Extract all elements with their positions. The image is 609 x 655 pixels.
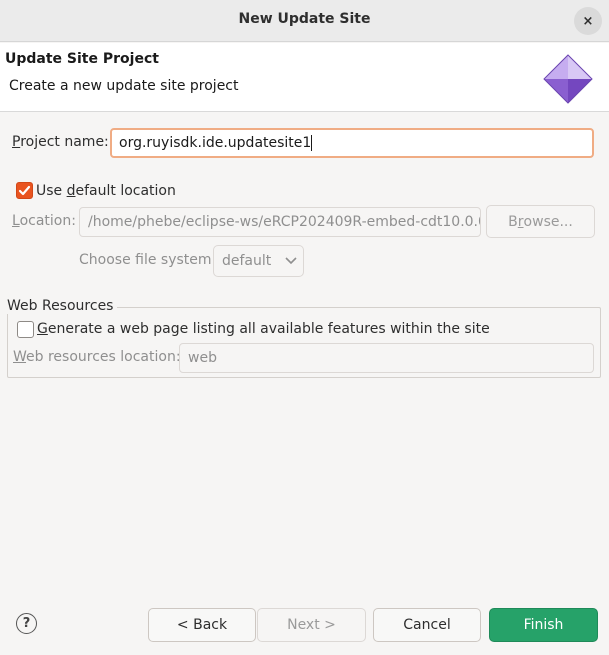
cancel-button[interactable]: Cancel [373,608,481,642]
file-system-select[interactable]: default [213,245,304,277]
finish-button[interactable]: Finish [489,608,598,642]
next-button[interactable]: Next > [257,608,366,642]
location-input[interactable]: /home/phebe/eclipse-ws/eRCP202409R-embed… [79,207,481,237]
close-icon: × [582,13,594,29]
file-system-value: default [222,253,272,269]
purple-diamond-icon [543,54,593,104]
checkmark-icon [18,185,31,196]
project-name-label: Project name: [12,134,109,150]
web-resources-location-label: Web resources location: [13,349,181,365]
generate-web-page-label: Generate a web page listing all availabl… [37,321,490,337]
project-name-input[interactable]: org.ruyisdk.ide.updatesite1 [110,128,594,158]
page-description: Create a new update site project [9,78,239,94]
generate-web-page-checkbox[interactable] [17,321,34,338]
help-icon[interactable]: ? [16,613,37,634]
location-label: Location: [12,213,76,229]
window-title: New Update Site [238,11,371,27]
browse-button[interactable]: Br owse... [486,205,595,238]
back-button[interactable]: < Back [148,608,256,642]
chevron-down-icon [285,257,297,265]
close-button[interactable]: × [574,7,602,35]
page-title: Update Site Project [5,51,159,67]
title-bar: New Update Site × [0,0,609,42]
use-default-location-label: Use default location [36,183,176,199]
wizard-banner: Update Site Project Create a new update … [0,43,609,112]
web-resources-group-title: Web Resources [7,298,118,314]
web-resources-location-input[interactable]: web [179,343,594,373]
use-default-location-checkbox[interactable] [16,182,33,199]
file-system-label: Choose file system: [79,252,217,268]
